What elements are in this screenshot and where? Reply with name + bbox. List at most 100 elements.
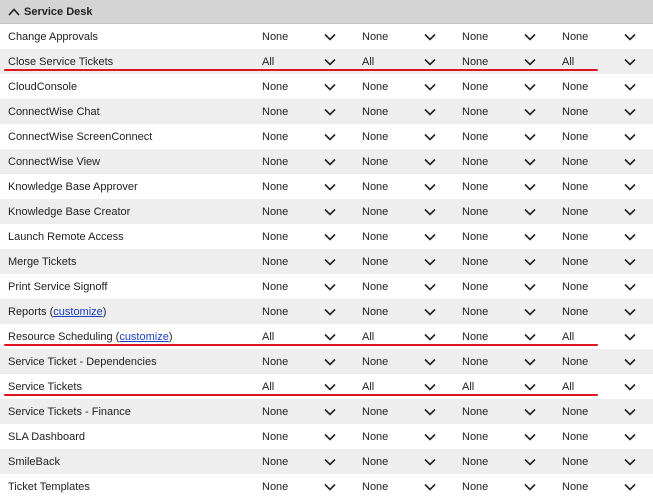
chevron-down-icon[interactable] — [624, 458, 636, 466]
permission-select[interactable]: None — [562, 274, 638, 299]
chevron-up-icon[interactable] — [8, 6, 20, 18]
chevron-down-icon[interactable] — [424, 108, 436, 116]
chevron-down-icon[interactable] — [324, 483, 336, 491]
permission-select[interactable]: None — [362, 274, 438, 299]
permission-select[interactable]: None — [462, 124, 538, 149]
chevron-down-icon[interactable] — [324, 33, 336, 41]
chevron-down-icon[interactable] — [324, 283, 336, 291]
chevron-down-icon[interactable] — [624, 83, 636, 91]
permission-select[interactable]: None — [262, 424, 338, 449]
chevron-down-icon[interactable] — [324, 258, 336, 266]
permission-select[interactable]: None — [562, 124, 638, 149]
chevron-down-icon[interactable] — [324, 458, 336, 466]
permission-select[interactable]: None — [262, 24, 338, 49]
chevron-down-icon[interactable] — [424, 458, 436, 466]
chevron-down-icon[interactable] — [524, 258, 536, 266]
chevron-down-icon[interactable] — [624, 233, 636, 241]
chevron-down-icon[interactable] — [324, 208, 336, 216]
permission-select[interactable]: None — [562, 99, 638, 124]
section-header-service-desk[interactable]: Service Desk — [0, 0, 653, 24]
permission-select[interactable]: None — [462, 399, 538, 424]
permission-select[interactable]: None — [462, 174, 538, 199]
chevron-down-icon[interactable] — [324, 233, 336, 241]
permission-select[interactable]: None — [362, 249, 438, 274]
chevron-down-icon[interactable] — [424, 33, 436, 41]
chevron-down-icon[interactable] — [324, 108, 336, 116]
chevron-down-icon[interactable] — [624, 58, 636, 66]
chevron-down-icon[interactable] — [524, 433, 536, 441]
chevron-down-icon[interactable] — [624, 433, 636, 441]
permission-select[interactable]: None — [262, 199, 338, 224]
permission-select[interactable]: None — [362, 124, 438, 149]
chevron-down-icon[interactable] — [324, 433, 336, 441]
chevron-down-icon[interactable] — [424, 283, 436, 291]
permission-select[interactable]: None — [562, 399, 638, 424]
permission-select[interactable]: None — [462, 424, 538, 449]
permission-select[interactable]: None — [262, 124, 338, 149]
chevron-down-icon[interactable] — [524, 333, 536, 341]
chevron-down-icon[interactable] — [424, 183, 436, 191]
permission-select[interactable]: None — [262, 449, 338, 474]
customize-link[interactable]: customize — [119, 331, 169, 343]
chevron-down-icon[interactable] — [324, 58, 336, 66]
permission-select[interactable]: None — [262, 299, 338, 324]
chevron-down-icon[interactable] — [324, 333, 336, 341]
chevron-down-icon[interactable] — [624, 483, 636, 491]
chevron-down-icon[interactable] — [524, 408, 536, 416]
chevron-down-icon[interactable] — [624, 183, 636, 191]
permission-select[interactable]: None — [362, 474, 438, 499]
chevron-down-icon[interactable] — [524, 383, 536, 391]
chevron-down-icon[interactable] — [424, 433, 436, 441]
permission-select[interactable]: None — [462, 149, 538, 174]
permission-select[interactable]: None — [262, 274, 338, 299]
chevron-down-icon[interactable] — [624, 158, 636, 166]
permission-select[interactable]: None — [262, 174, 338, 199]
permission-select[interactable]: None — [562, 349, 638, 374]
chevron-down-icon[interactable] — [424, 133, 436, 141]
chevron-down-icon[interactable] — [324, 408, 336, 416]
permission-select[interactable]: None — [462, 449, 538, 474]
chevron-down-icon[interactable] — [524, 133, 536, 141]
chevron-down-icon[interactable] — [524, 83, 536, 91]
chevron-down-icon[interactable] — [424, 408, 436, 416]
permission-select[interactable]: None — [362, 424, 438, 449]
permission-select[interactable]: None — [562, 74, 638, 99]
chevron-down-icon[interactable] — [424, 383, 436, 391]
chevron-down-icon[interactable] — [324, 83, 336, 91]
permission-select[interactable]: None — [462, 224, 538, 249]
permission-select[interactable]: None — [362, 174, 438, 199]
permission-select[interactable]: None — [362, 74, 438, 99]
chevron-down-icon[interactable] — [424, 83, 436, 91]
permission-select[interactable]: None — [262, 474, 338, 499]
permission-select[interactable]: None — [262, 99, 338, 124]
permission-select[interactable]: None — [362, 99, 438, 124]
permission-select[interactable]: None — [262, 249, 338, 274]
chevron-down-icon[interactable] — [424, 208, 436, 216]
permission-select[interactable]: None — [462, 299, 538, 324]
chevron-down-icon[interactable] — [624, 258, 636, 266]
chevron-down-icon[interactable] — [524, 208, 536, 216]
chevron-down-icon[interactable] — [524, 483, 536, 491]
permission-select[interactable]: None — [462, 349, 538, 374]
permission-select[interactable]: None — [562, 174, 638, 199]
chevron-down-icon[interactable] — [424, 308, 436, 316]
permission-select[interactable]: None — [362, 149, 438, 174]
chevron-down-icon[interactable] — [424, 333, 436, 341]
chevron-down-icon[interactable] — [324, 133, 336, 141]
chevron-down-icon[interactable] — [624, 33, 636, 41]
chevron-down-icon[interactable] — [524, 183, 536, 191]
permission-select[interactable]: None — [462, 274, 538, 299]
chevron-down-icon[interactable] — [424, 358, 436, 366]
permission-select[interactable]: None — [262, 224, 338, 249]
permission-select[interactable]: None — [362, 349, 438, 374]
permission-select[interactable]: None — [362, 399, 438, 424]
chevron-down-icon[interactable] — [324, 308, 336, 316]
permission-select[interactable]: None — [562, 24, 638, 49]
permission-select[interactable]: None — [362, 24, 438, 49]
permission-select[interactable]: None — [562, 474, 638, 499]
chevron-down-icon[interactable] — [624, 383, 636, 391]
permission-select[interactable]: None — [262, 74, 338, 99]
permission-select[interactable]: None — [562, 249, 638, 274]
permission-select[interactable]: None — [262, 149, 338, 174]
chevron-down-icon[interactable] — [324, 158, 336, 166]
